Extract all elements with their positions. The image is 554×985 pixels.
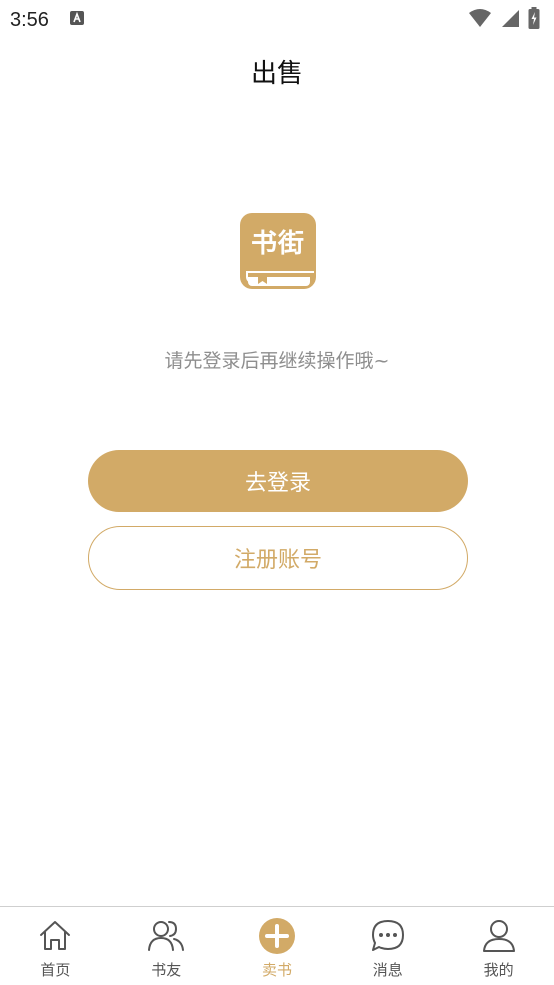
plus-circle-icon — [258, 917, 296, 955]
nav-label: 书友 — [151, 961, 182, 979]
nav-item-home[interactable]: 首页 — [0, 907, 111, 985]
bottom-nav: 首页 书友 卖书 消息 我的 — [0, 906, 554, 985]
app-logo: 书街 — [240, 213, 316, 289]
logo-text: 书街 — [250, 229, 305, 259]
battery-icon — [528, 7, 540, 33]
login-button[interactable]: 去登录 — [88, 450, 468, 512]
status-time: 3:56 — [10, 8, 49, 31]
screen: 3:56 出售 书街 请先登录后再继续操作哦~ 去登录 注册账号 首页 书友 卖… — [0, 0, 554, 985]
header: 出售 — [0, 40, 554, 102]
nav-label: 我的 — [483, 961, 514, 979]
wifi-icon — [468, 8, 492, 32]
status-left: 3:56 — [10, 9, 85, 32]
register-button[interactable]: 注册账号 — [88, 526, 468, 590]
nav-label: 卖书 — [261, 961, 292, 979]
friends-icon — [147, 917, 185, 955]
login-prompt: 请先登录后再继续操作哦~ — [164, 350, 390, 372]
chat-bubble-icon — [369, 917, 407, 955]
nav-item-friends[interactable]: 书友 — [111, 907, 222, 985]
user-icon — [480, 917, 518, 955]
home-icon — [36, 917, 74, 955]
page-title: 出售 — [250, 58, 303, 89]
nav-item-messages[interactable]: 消息 — [332, 907, 443, 985]
notification-app-icon — [69, 10, 85, 30]
cell-signal-icon — [500, 8, 520, 32]
nav-item-sell[interactable]: 卖书 — [222, 907, 333, 985]
nav-label: 消息 — [372, 961, 403, 979]
status-bar: 3:56 — [0, 0, 554, 40]
logo-book-edge — [248, 277, 310, 286]
nav-label: 首页 — [40, 961, 71, 979]
status-right — [468, 7, 540, 33]
nav-item-profile[interactable]: 我的 — [443, 907, 554, 985]
